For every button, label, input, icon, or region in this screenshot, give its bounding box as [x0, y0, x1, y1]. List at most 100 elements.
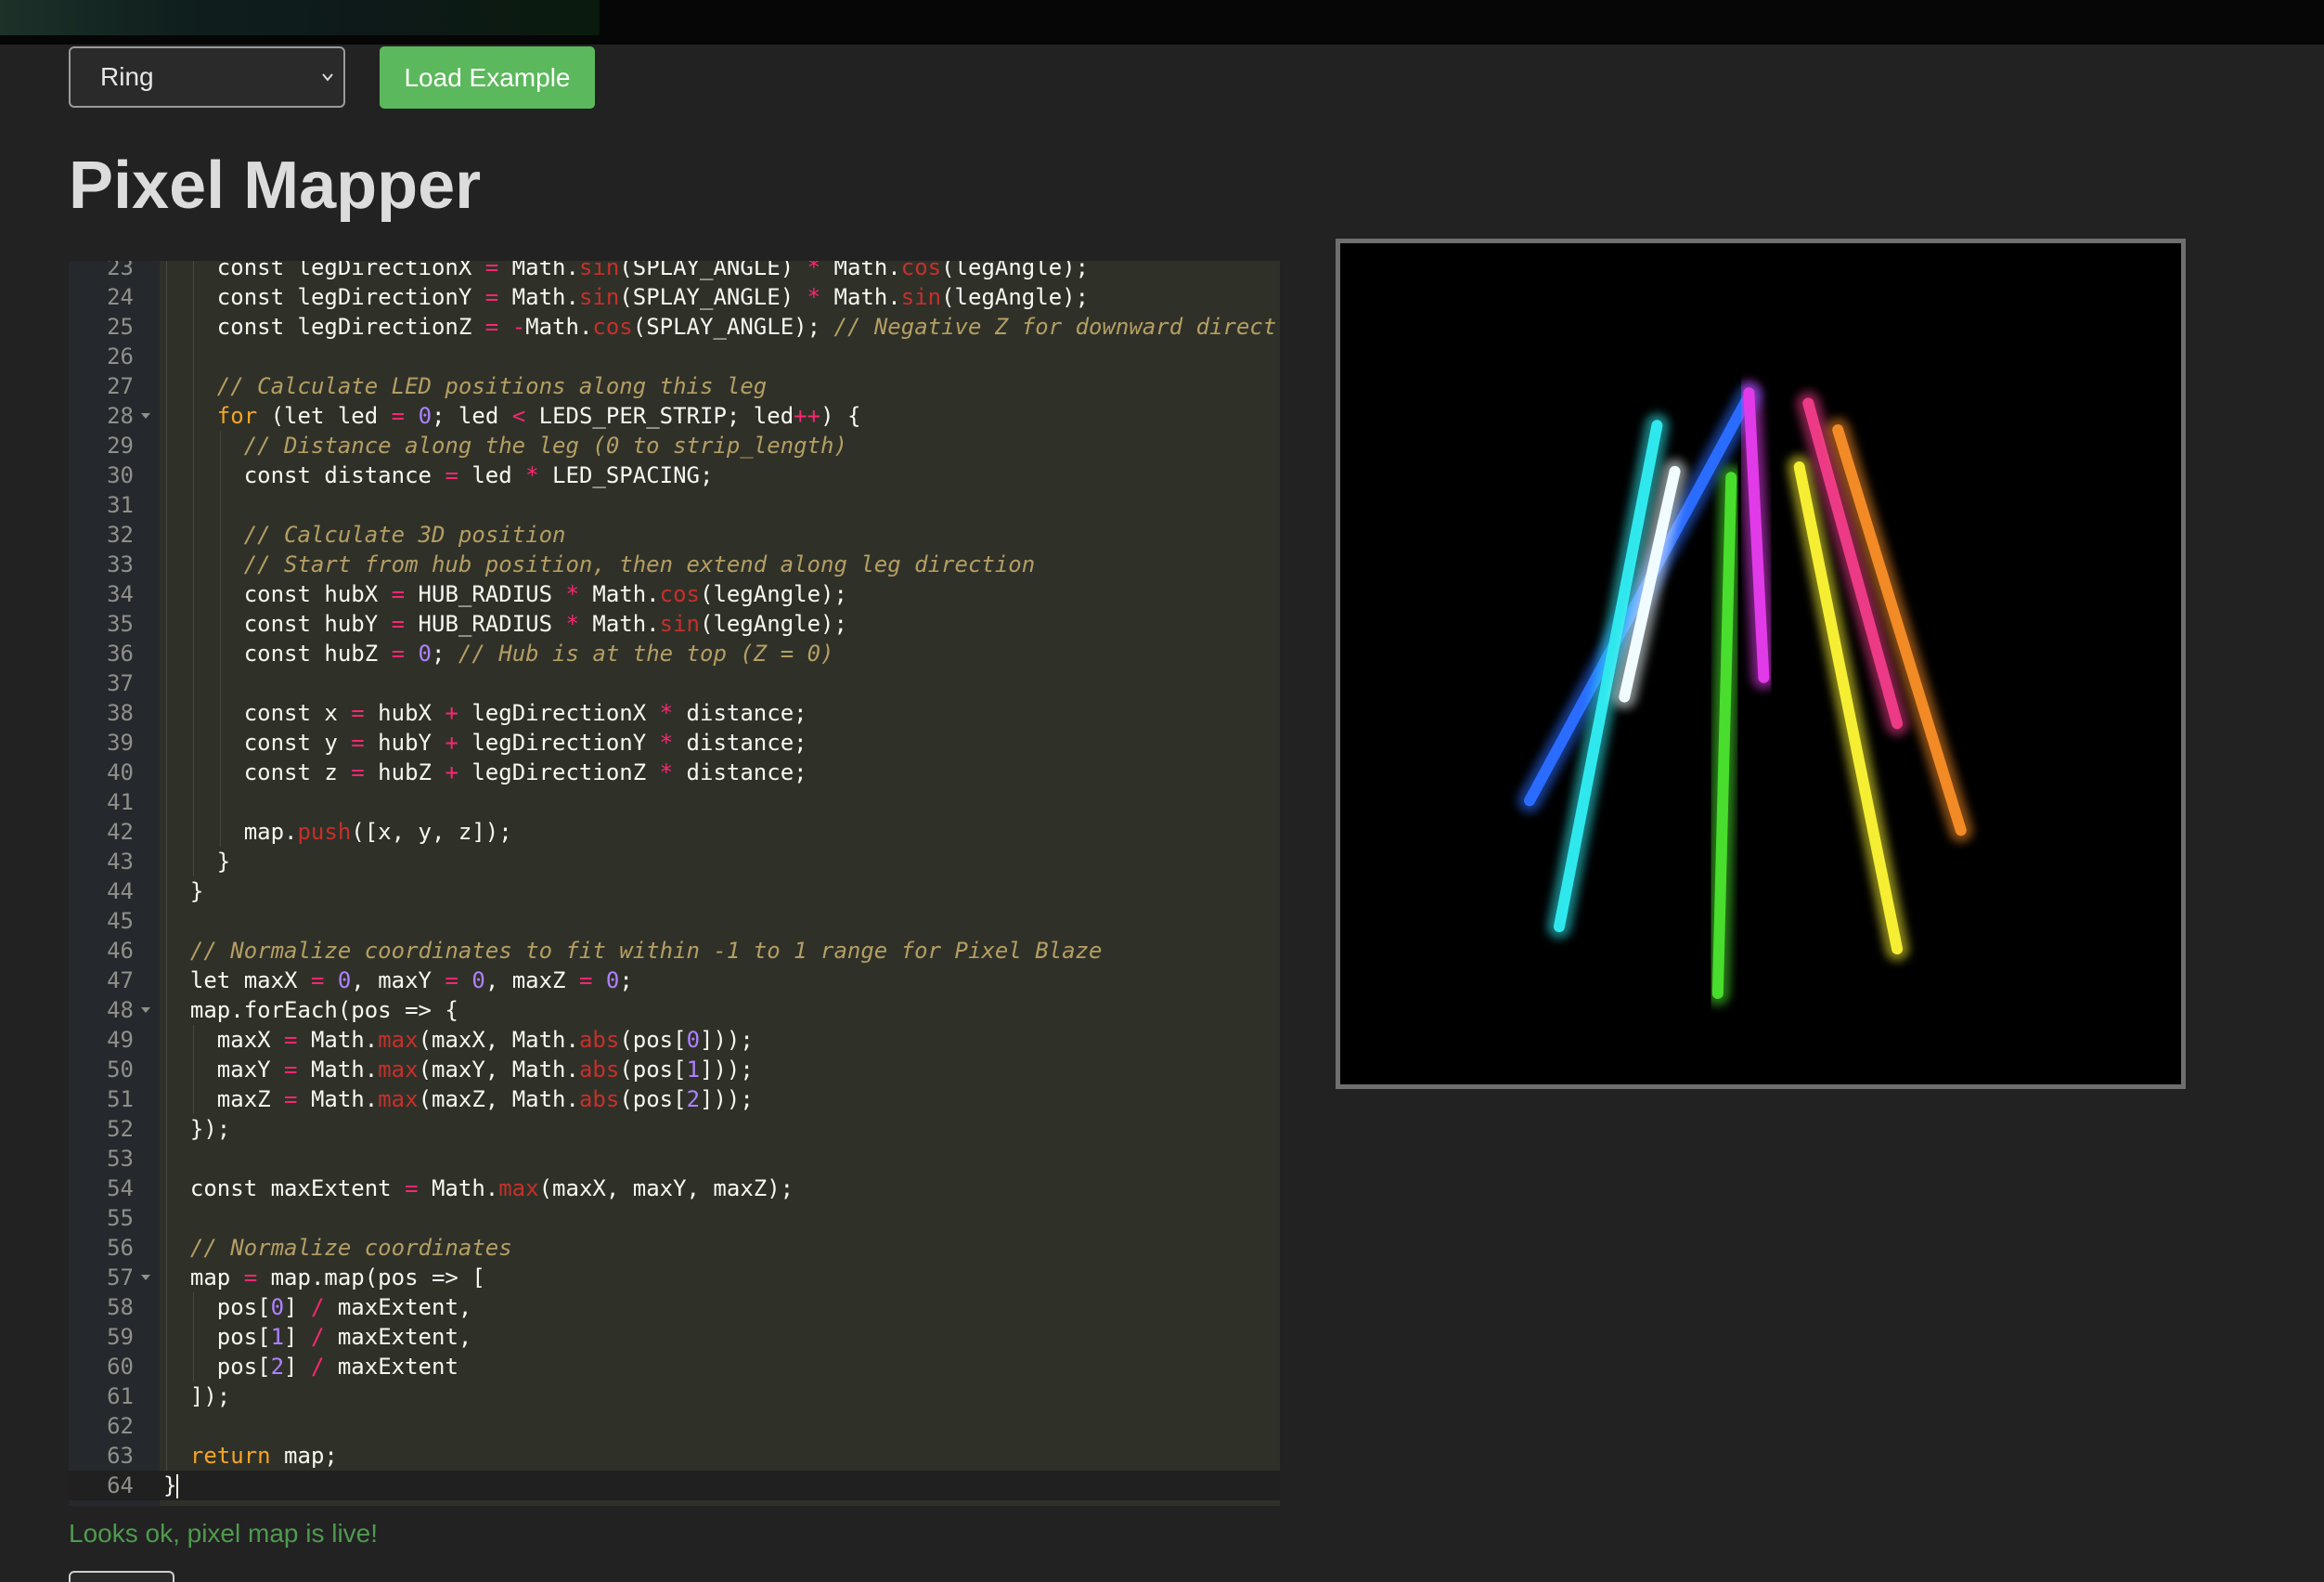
- code-token: HUB_RADIUS: [405, 611, 566, 637]
- code-token: map: [189, 1264, 244, 1290]
- code-token: ;: [432, 641, 458, 667]
- code-token: map;: [270, 1443, 338, 1469]
- code-line[interactable]: 30 const distance = led * LED_SPACING;: [69, 460, 1280, 490]
- load-example-button[interactable]: Load Example: [380, 46, 595, 109]
- code-token: ]: [284, 1354, 311, 1380]
- code-token: (maxY, Math.: [418, 1057, 579, 1083]
- chevron-down-icon: [322, 73, 333, 82]
- partial-button[interactable]: [69, 1571, 174, 1582]
- code-line[interactable]: 62: [69, 1411, 1280, 1441]
- code-token: 1: [270, 1324, 285, 1350]
- code-line[interactable]: 23 const legDirectionX = Math.sin(SPLAY_A…: [69, 261, 1280, 282]
- code-token: legDirectionY: [458, 730, 660, 756]
- code-token: ]));: [700, 1027, 754, 1053]
- code-line[interactable]: 28 for (let led = 0; led < LEDS_PER_STRIP…: [69, 401, 1280, 431]
- code-line[interactable]: 56 // Normalize coordinates: [69, 1233, 1280, 1263]
- code-line[interactable]: 33 // Start from hub position, then exten…: [69, 550, 1280, 579]
- code-token: 0: [270, 1294, 285, 1320]
- indent-guide: [166, 520, 167, 550]
- code-line[interactable]: 26: [69, 342, 1280, 371]
- line-number: 30: [107, 462, 134, 488]
- code-line[interactable]: 44}: [69, 876, 1280, 906]
- code-line[interactable]: 49 maxX = Math.max(maxX, Math.abs(pos[0])…: [69, 1025, 1280, 1055]
- code-line[interactable]: 45: [69, 906, 1280, 936]
- code-line[interactable]: 35 const hubY = HUB_RADIUS * Math.sin(leg…: [69, 609, 1280, 639]
- code-token: hubX: [364, 700, 445, 726]
- code-token: Math.: [498, 284, 579, 310]
- line-number: 53: [107, 1146, 134, 1172]
- code-line[interactable]: 34 const hubX = HUB_RADIUS * Math.cos(leg…: [69, 579, 1280, 609]
- code-line[interactable]: 36 const hubZ = 0; // Hub is at the top (…: [69, 639, 1280, 668]
- code-line[interactable]: 60 pos[2] / maxExtent: [69, 1352, 1280, 1381]
- code-text: // Normalize coordinates to fit within -…: [190, 936, 1103, 966]
- indent-guide: [192, 401, 194, 431]
- code-line[interactable]: 27 // Calculate LED positions along this …: [69, 371, 1280, 401]
- code-line[interactable]: 47 let maxX = 0, maxY = 0, maxZ = 0;: [69, 966, 1280, 995]
- code-token: =: [391, 581, 406, 607]
- code-line[interactable]: 41: [69, 787, 1280, 817]
- code-line[interactable]: 39 const y = hubY + legDirectionY * dista…: [69, 728, 1280, 758]
- code-line[interactable]: 51 maxZ = Math.max(maxZ, Math.abs(pos[2])…: [69, 1084, 1280, 1114]
- code-line[interactable]: 37: [69, 668, 1280, 698]
- code-token: maxX: [216, 1027, 285, 1053]
- pixel-map-preview[interactable]: [1336, 239, 2186, 1089]
- code-line[interactable]: 59 pos[1] / maxExtent,: [69, 1322, 1280, 1352]
- code-token: const legDirectionX: [216, 261, 485, 280]
- top-bar-strip: [0, 0, 600, 35]
- code-token: sin: [578, 284, 620, 310]
- code-line[interactable]: 31: [69, 490, 1280, 520]
- indent-guide: [166, 460, 167, 490]
- code-line[interactable]: 55: [69, 1203, 1280, 1233]
- code-line[interactable]: 42 map.push([x, y, z]);: [69, 817, 1280, 847]
- code-token: <: [511, 403, 526, 429]
- indent-guide: [166, 1203, 167, 1233]
- code-token: ]));: [700, 1057, 754, 1083]
- fold-arrow-icon[interactable]: [141, 413, 150, 419]
- indent-guide: [192, 787, 194, 817]
- code-line[interactable]: 50 maxY = Math.max(maxY, Math.abs(pos[1])…: [69, 1055, 1280, 1084]
- code-line[interactable]: 25 const legDirectionZ = -Math.cos(SPLAY_…: [69, 312, 1280, 342]
- code-line[interactable]: 40 const z = hubZ + legDirectionZ * dista…: [69, 758, 1280, 787]
- code-line[interactable]: 63 return map;: [69, 1441, 1280, 1471]
- code-line[interactable]: 46 // Normalize coordinates to fit within…: [69, 936, 1280, 966]
- code-token: }: [216, 849, 231, 875]
- code-editor[interactable]: 23 const legDirectionX = Math.sin(SPLAY_A…: [69, 261, 1280, 1506]
- code-token: =: [391, 611, 406, 637]
- indent-guide: [219, 490, 221, 520]
- code-line[interactable]: 53: [69, 1144, 1280, 1174]
- code-token: =: [284, 1027, 298, 1053]
- code-line[interactable]: 48 map.forEach(pos => {: [69, 995, 1280, 1025]
- code-line[interactable]: 43}: [69, 847, 1280, 876]
- indent-guide: [166, 282, 167, 312]
- code-line[interactable]: 58 pos[0] / maxExtent,: [69, 1292, 1280, 1322]
- code-line[interactable]: 38 const x = hubX + legDirectionX * dista…: [69, 698, 1280, 728]
- indent-guide: [192, 698, 194, 728]
- code-line[interactable]: 61]);: [69, 1381, 1280, 1411]
- code-token: (let led: [257, 403, 392, 429]
- code-line[interactable]: 54 const maxExtent = Math.max(maxX, maxY,…: [69, 1174, 1280, 1203]
- line-number: 44: [107, 878, 134, 904]
- code-text: // Calculate LED positions along this le…: [217, 371, 767, 401]
- code-token: , maxY: [351, 967, 445, 993]
- example-select[interactable]: Ring: [69, 46, 345, 108]
- indent-guide: [166, 1174, 167, 1203]
- code-line[interactable]: 24 const legDirectionY = Math.sin(SPLAY_A…: [69, 282, 1280, 312]
- code-line[interactable]: 57 map = map.map(pos => [: [69, 1263, 1280, 1292]
- indent-guide: [166, 698, 167, 728]
- code-line[interactable]: 52});: [69, 1114, 1280, 1144]
- fold-arrow-icon[interactable]: [141, 1007, 150, 1013]
- line-number: 41: [107, 789, 134, 815]
- code-line[interactable]: 32 // Calculate 3D position: [69, 520, 1280, 550]
- code-token: /: [310, 1324, 325, 1350]
- code-token: =: [578, 967, 593, 993]
- code-text: const legDirectionY = Math.sin(SPLAY_ANG…: [217, 282, 1089, 312]
- code-token: +: [445, 759, 458, 785]
- code-token: distance;: [673, 700, 807, 726]
- fold-arrow-icon[interactable]: [141, 1275, 150, 1280]
- indent-guide: [192, 261, 194, 282]
- top-bar: [0, 0, 2324, 45]
- code-token: (maxZ, Math.: [418, 1086, 579, 1112]
- code-line[interactable]: 64}: [69, 1471, 1280, 1500]
- code-line[interactable]: 29 // Distance along the leg (0 to strip_…: [69, 431, 1280, 460]
- indent-guide: [166, 1352, 167, 1381]
